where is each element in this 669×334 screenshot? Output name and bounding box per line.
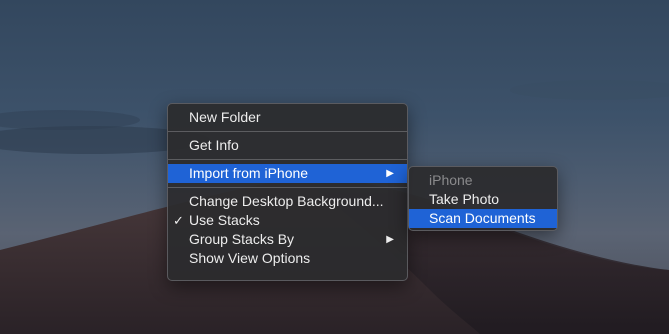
submenu-header-iphone: iPhone <box>409 171 557 190</box>
menu-item-change-desktop-background[interactable]: Change Desktop Background... <box>168 192 407 211</box>
menu-item-import-from-iphone[interactable]: Import from iPhone ▶ <box>168 164 407 183</box>
menu-item-label: Show View Options <box>189 250 311 266</box>
menu-item-group-stacks-by[interactable]: Group Stacks By ▶ <box>168 230 407 249</box>
checkmark-icon: ✓ <box>173 213 184 228</box>
menu-separator <box>168 187 407 188</box>
menu-item-label: New Folder <box>189 109 261 125</box>
menu-item-label: Group Stacks By <box>189 231 295 247</box>
menu-item-label: Take Photo <box>429 191 500 207</box>
submenu-arrow-icon: ▶ <box>386 234 394 245</box>
menu-item-label: Scan Documents <box>429 210 536 226</box>
menu-item-show-view-options[interactable]: Show View Options <box>168 249 407 268</box>
menu-item-label: Get Info <box>189 137 239 153</box>
import-from-iphone-submenu: iPhone Take Photo Scan Documents <box>408 166 558 231</box>
menu-item-label: Import from iPhone <box>189 165 309 181</box>
submenu-header-label: iPhone <box>429 172 473 188</box>
menu-item-get-info[interactable]: Get Info <box>168 136 407 155</box>
menu-item-label: Use Stacks <box>189 212 260 228</box>
menu-item-scan-documents[interactable]: Scan Documents <box>409 209 557 228</box>
menu-item-new-folder[interactable]: New Folder <box>168 108 407 127</box>
menu-item-take-photo[interactable]: Take Photo <box>409 190 557 209</box>
menu-separator <box>168 131 407 132</box>
submenu-arrow-icon: ▶ <box>386 168 394 179</box>
menu-item-label: Change Desktop Background... <box>189 193 384 209</box>
menu-separator <box>168 159 407 160</box>
desktop-context-menu: New Folder Get Info Import from iPhone ▶… <box>167 103 408 281</box>
menu-item-use-stacks[interactable]: ✓ Use Stacks <box>168 211 407 230</box>
